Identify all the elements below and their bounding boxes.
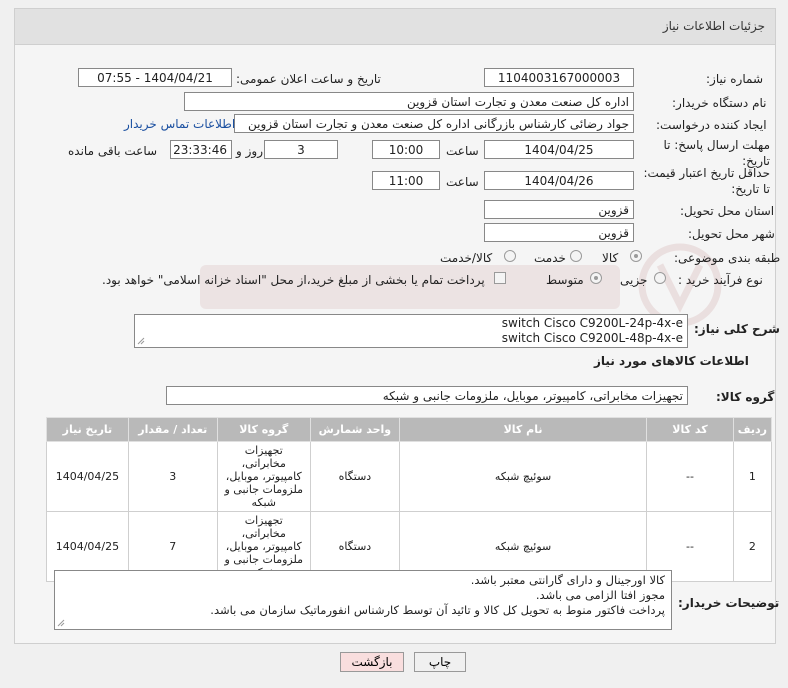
days-field: 3 <box>264 140 338 159</box>
description-textarea[interactable]: switch Cisco C9200L-24p-4x-e switch Cisc… <box>134 314 688 348</box>
col-row-number: ردیف <box>732 417 773 442</box>
resize-grip-icon <box>57 619 65 627</box>
cell-row-number: 2 <box>732 511 773 582</box>
table-row: 1 -- سوئیچ شبکه دستگاه تجهیزات مخابراتی،… <box>46 441 773 512</box>
province-label: استان محل تحویل: <box>680 204 775 218</box>
need-number-label: شماره نیاز: <box>706 72 763 86</box>
contact-info-link[interactable]: اطلاعات تماس خریدار <box>124 117 235 131</box>
back-button[interactable]: بازگشت <box>340 652 404 672</box>
description-line-2: switch Cisco C9200L-48p-4x-e <box>501 331 683 345</box>
category-option-service: خدمت <box>534 251 566 265</box>
description-label: شرح کلی نیاز: <box>694 322 780 336</box>
cell-unit: دستگاه <box>309 441 400 512</box>
deadline-time-field: 10:00 <box>372 140 440 159</box>
buyer-org-field: اداره کل صنعت معدن و تجارت استان قزوین <box>184 92 634 111</box>
city-label: شهر محل تحویل: <box>688 227 775 241</box>
process-radio-minor[interactable] <box>654 272 666 284</box>
need-number-field: 1104003167000003 <box>484 68 634 87</box>
announce-date-field: 1404/04/21 - 07:55 <box>78 68 232 87</box>
validity-time-label: ساعت <box>446 175 479 189</box>
buyer-notes-textarea[interactable]: کالا اورجینال و دارای گارانتی معتبر باشد… <box>54 570 672 630</box>
validity-time-field: 11:00 <box>372 171 440 190</box>
buyer-notes-label: توضیحات خریدار: <box>678 596 780 610</box>
validity-date-field: 1404/04/26 <box>484 171 634 190</box>
col-item-group: گروه کالا <box>216 417 311 442</box>
cell-item-code: -- <box>646 441 734 512</box>
resize-grip-icon <box>137 337 145 345</box>
buyer-note-line-1: کالا اورجینال و دارای گارانتی معتبر باشد… <box>470 573 665 587</box>
category-label: طبقه بندی موضوعی: <box>674 251 781 265</box>
cell-item-group: تجهیزات مخابراتی، کامپیوتر، موبایل، ملزو… <box>216 441 311 512</box>
buyer-note-line-3: پرداخت فاکتور منوط به تحویل کل کالا و تا… <box>210 603 665 617</box>
process-radio-medium[interactable] <box>590 272 602 284</box>
col-need-date: تاریخ نیاز <box>46 417 129 442</box>
table-header-row: ردیف کد کالا نام کالا واحد شمارش گروه کا… <box>46 417 773 442</box>
col-unit: واحد شمارش <box>309 417 400 442</box>
validity-label: حداقل تاریخ اعتبار قیمت: تا تاریخ: <box>643 166 770 196</box>
announce-date-label: تاریخ و ساعت اعلان عمومی: <box>236 72 381 86</box>
payment-note: پرداخت تمام یا بخشی از مبلغ خرید،از محل … <box>102 273 485 287</box>
panel-title: جزئیات اطلاعات نیاز <box>662 19 765 33</box>
city-field: قزوین <box>484 223 634 242</box>
days-label: روز و <box>236 144 263 158</box>
col-quantity: تعداد / مقدار <box>127 417 218 442</box>
category-option-goods-service: کالا/خدمت <box>440 251 493 265</box>
remaining-time-field: 23:33:46 <box>170 140 232 159</box>
buyer-note-line-2: مجوز افتا الزامی می باشد. <box>535 588 665 602</box>
goods-section-title: اطلاعات کالاهای مورد نیاز <box>594 354 749 368</box>
category-option-goods: کالا <box>602 251 619 265</box>
province-field: قزوین <box>484 200 634 219</box>
deadline-date-field: 1404/04/25 <box>484 140 634 159</box>
cell-need-date: 1404/04/25 <box>46 441 129 512</box>
process-option-minor: جزیی <box>620 273 648 287</box>
cell-row-number: 1 <box>732 441 773 512</box>
goods-group-label: گروه کالا: <box>716 390 775 404</box>
process-label: نوع فرآیند خرید : <box>678 273 763 287</box>
payment-checkbox[interactable] <box>494 272 506 284</box>
print-button[interactable]: چاپ <box>414 652 466 672</box>
requester-label: ایجاد کننده درخواست: <box>656 118 767 132</box>
process-option-medium: متوسط <box>546 273 584 287</box>
deadline-time-label: ساعت <box>446 144 479 158</box>
buyer-org-label: نام دستگاه خریدار: <box>672 96 767 110</box>
items-table: ردیف کد کالا نام کالا واحد شمارش گروه کا… <box>46 417 773 582</box>
panel-header: جزئیات اطلاعات نیاز <box>15 9 775 45</box>
category-radio-goods-service[interactable] <box>504 250 516 262</box>
remaining-label: ساعت باقی مانده <box>68 144 158 158</box>
category-radio-goods[interactable] <box>630 250 642 262</box>
cell-quantity: 3 <box>127 441 218 512</box>
category-radio-service[interactable] <box>570 250 582 262</box>
col-item-code: کد کالا <box>646 417 734 442</box>
goods-group-field: تجهیزات مخابراتی، کامپیوتر، موبایل، ملزو… <box>166 386 688 405</box>
cell-item-name: سوئیچ شبکه <box>398 441 648 512</box>
col-item-name: نام کالا <box>398 417 648 442</box>
requester-field: جواد رضائی کارشناس بازرگانی اداره کل صنع… <box>234 114 634 133</box>
description-line-1: switch Cisco C9200L-24p-4x-e <box>501 316 683 330</box>
